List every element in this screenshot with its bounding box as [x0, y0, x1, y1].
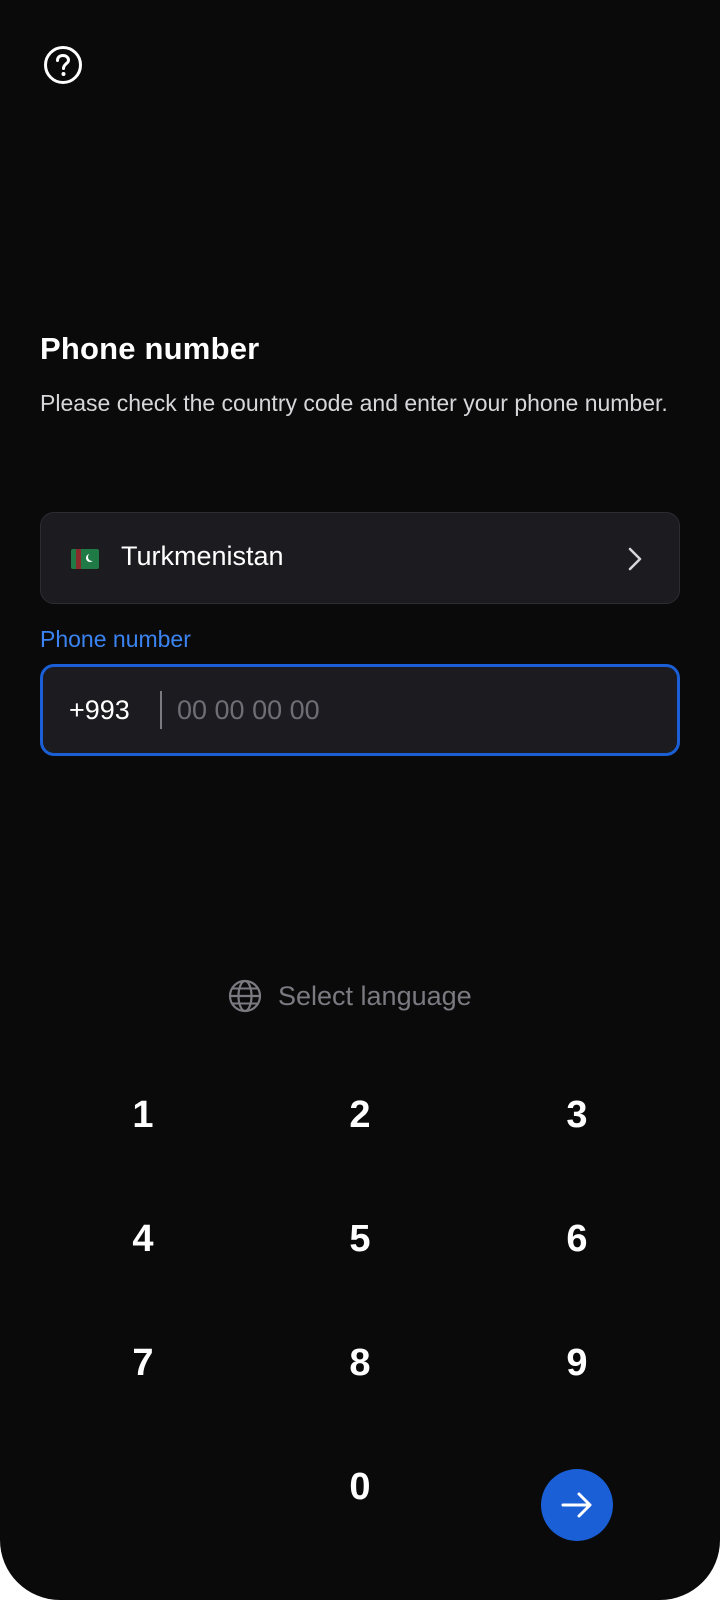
- chevron-right-icon: [628, 547, 642, 571]
- key-2[interactable]: 2: [300, 1070, 420, 1160]
- country-selector[interactable]: Turkmenistan: [40, 512, 680, 604]
- select-language-button[interactable]: Select language: [228, 976, 472, 1016]
- country-name: Turkmenistan: [121, 541, 284, 571]
- key-8[interactable]: 8: [300, 1318, 420, 1408]
- phone-login-screen: Phone number Please check the country co…: [0, 0, 720, 1600]
- question-circle-icon: [44, 46, 82, 84]
- phone-number-field[interactable]: +993: [40, 664, 680, 756]
- page-subtitle: Please check the country code and enter …: [40, 390, 668, 416]
- key-9[interactable]: 9: [517, 1318, 637, 1408]
- key-6[interactable]: 6: [517, 1194, 637, 1284]
- country-code-prefix: +993: [69, 695, 130, 725]
- select-language-label: Select language: [278, 980, 472, 1011]
- turkmenistan-flag-icon: [71, 549, 99, 569]
- key-1[interactable]: 1: [83, 1070, 203, 1160]
- key-3[interactable]: 3: [517, 1070, 637, 1160]
- key-0[interactable]: 0: [300, 1442, 420, 1532]
- submit-button[interactable]: [541, 1469, 613, 1541]
- key-5[interactable]: 5: [300, 1194, 420, 1284]
- key-4[interactable]: 4: [83, 1194, 203, 1284]
- phone-number-input[interactable]: [177, 685, 657, 735]
- help-button[interactable]: [43, 45, 83, 85]
- prefix-divider: [160, 691, 162, 729]
- page-title: Phone number: [40, 331, 260, 366]
- arrow-right-icon: [561, 1492, 592, 1518]
- key-7[interactable]: 7: [83, 1318, 203, 1408]
- phone-number-label: Phone number: [40, 626, 191, 652]
- globe-icon: [228, 979, 262, 1013]
